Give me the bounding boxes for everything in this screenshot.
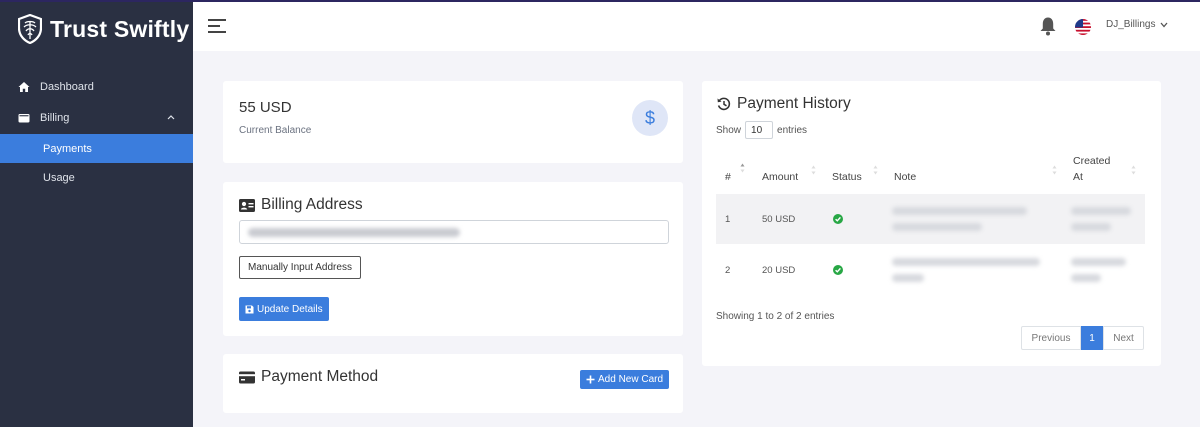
credit-card-icon	[239, 371, 255, 383]
sort-icon[interactable]	[811, 165, 816, 175]
row-amount: 20 USD	[762, 265, 796, 276]
entries-label: entries	[777, 124, 808, 136]
redacted-date	[1071, 274, 1101, 282]
sidebar-item-label: Dashboard	[40, 81, 94, 93]
redacted-note	[892, 274, 924, 282]
column-header-note[interactable]: Note	[894, 169, 916, 185]
add-new-card-button[interactable]: Add New Card	[580, 370, 670, 389]
shield-logo-icon	[18, 14, 42, 44]
chevron-down-icon	[1160, 22, 1168, 27]
billing-address-title: Billing Address	[239, 196, 363, 214]
page-1-button[interactable]: 1	[1081, 326, 1103, 350]
sort-icon[interactable]	[740, 163, 745, 173]
home-icon	[17, 81, 31, 93]
sort-icon[interactable]	[1052, 165, 1057, 175]
payment-history-title: Payment History	[717, 95, 851, 113]
redacted-date	[1071, 207, 1131, 215]
row-num: 2	[725, 265, 731, 276]
wallet-icon	[17, 112, 31, 124]
sidebar-item-payments[interactable]: Payments	[0, 134, 193, 163]
app-name: Trust Swiftly	[50, 15, 190, 42]
next-page-button[interactable]: Next	[1103, 326, 1144, 350]
app-logo[interactable]: Trust Swiftly	[18, 14, 189, 44]
column-header-amount[interactable]: Amount	[762, 169, 798, 185]
payment-history-title-text: Payment History	[737, 95, 851, 112]
payment-history-card: Payment History Show 10 entries # Amount…	[702, 81, 1161, 366]
redacted-note	[892, 207, 1027, 215]
username: DJ_Billings	[1106, 19, 1156, 30]
address-input[interactable]	[239, 220, 669, 244]
previous-page-button[interactable]: Previous	[1021, 326, 1081, 350]
show-label: Show	[716, 124, 742, 136]
column-header-status[interactable]: Status	[832, 169, 862, 185]
us-flag-icon[interactable]	[1075, 19, 1091, 35]
redacted-address	[248, 228, 460, 237]
save-icon	[245, 305, 254, 313]
entries-select[interactable]: 10	[745, 121, 774, 139]
update-details-button[interactable]: Update Details	[239, 297, 329, 321]
balance-label: Current Balance	[239, 125, 312, 136]
sidebar-subitem-label: Payments	[43, 142, 92, 155]
pagination: Previous 1 Next	[1021, 326, 1144, 350]
plus-icon	[586, 375, 595, 384]
add-new-card-label: Add New Card	[598, 374, 664, 385]
redacted-note	[892, 223, 982, 231]
chevron-up-icon	[167, 115, 175, 120]
sort-icon[interactable]	[1131, 165, 1136, 175]
entries-length-control: Show 10 entries	[716, 121, 807, 139]
balance-card: 55 USD Current Balance $	[223, 81, 683, 163]
sidebar-item-billing[interactable]: Billing	[0, 104, 193, 132]
check-circle-icon	[833, 214, 843, 224]
update-details-label: Update Details	[257, 303, 323, 315]
payment-method-title: Payment Method	[239, 368, 378, 386]
sort-icon[interactable]	[873, 165, 878, 175]
balance-amount: 55 USD	[239, 99, 292, 116]
column-header-created-line1: Created	[1073, 155, 1111, 167]
payment-method-title-text: Payment Method	[261, 368, 379, 385]
dollar-icon: $	[632, 100, 668, 136]
bell-icon[interactable]	[1039, 16, 1057, 36]
column-header-num[interactable]: #	[725, 169, 731, 185]
check-circle-icon	[833, 265, 843, 275]
sidebar-item-label: Billing	[40, 112, 70, 124]
redacted-date	[1071, 223, 1111, 231]
redacted-note	[892, 258, 1040, 266]
sidebar-item-dashboard[interactable]: Dashboard	[0, 73, 193, 101]
row-amount: 50 USD	[762, 214, 796, 225]
manual-address-button[interactable]: Manually Input Address	[239, 256, 361, 279]
table-info: Showing 1 to 2 of 2 entries	[716, 311, 835, 322]
history-icon	[717, 97, 731, 111]
sidebar: Trust Swiftly Dashboard Billing Payments…	[0, 0, 193, 427]
topbar: DJ_Billings	[193, 2, 1200, 51]
sidebar-item-usage[interactable]: Usage	[0, 163, 193, 192]
menu-toggle-icon[interactable]	[208, 17, 228, 35]
redacted-date	[1071, 258, 1126, 266]
sidebar-subitem-label: Usage	[43, 171, 75, 184]
payment-method-card: Payment Method Add New Card	[223, 354, 683, 413]
billing-address-title-text: Billing Address	[261, 196, 363, 213]
user-menu[interactable]: DJ_Billings	[1106, 19, 1168, 30]
row-num: 1	[725, 214, 731, 225]
top-accent-line	[0, 0, 1200, 2]
column-header-created-at[interactable]: Created At	[1073, 153, 1110, 185]
billing-address-card: Billing Address Manually Input Address U…	[223, 182, 683, 336]
column-header-created-line2: At	[1073, 171, 1083, 183]
address-card-icon	[239, 198, 255, 212]
